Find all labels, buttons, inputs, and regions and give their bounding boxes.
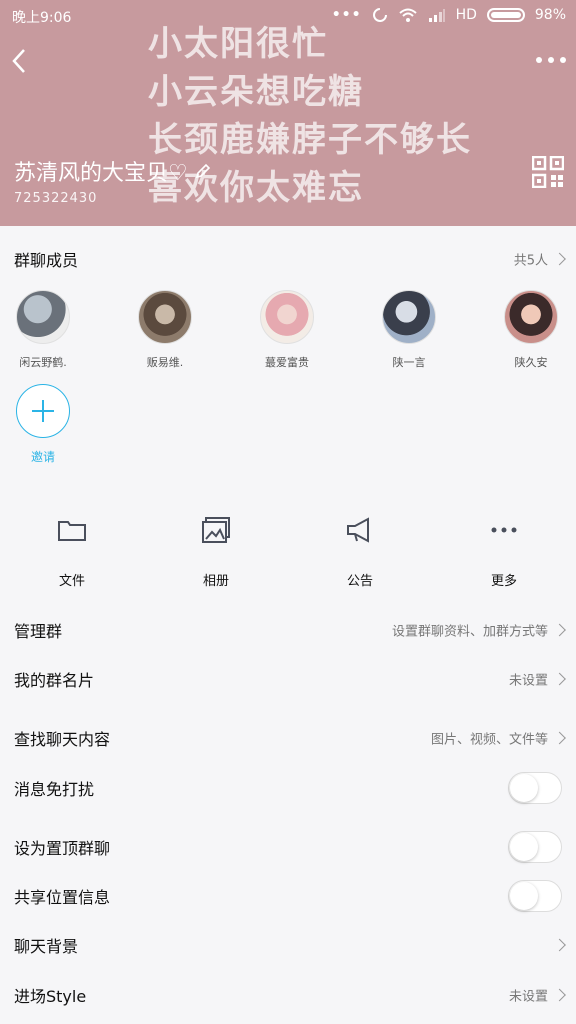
members-count: 共5人 xyxy=(513,253,548,269)
member-item[interactable]: 闲云野鹤. xyxy=(3,290,83,370)
quick-action-label: 相册 xyxy=(202,574,229,589)
avatar xyxy=(504,290,558,344)
album-icon xyxy=(202,517,230,543)
settings-row-do-not-disturb: 消息免打扰 xyxy=(0,763,576,813)
row-title: 管理群 xyxy=(14,622,63,641)
background-poem-line: 小云朵想吃糖 xyxy=(148,72,364,112)
settings-row-share-location: 共享位置信息 xyxy=(0,871,576,921)
row-title: 设为置顶群聊 xyxy=(14,839,111,858)
avatar xyxy=(260,290,314,344)
chevron-right-icon xyxy=(553,623,566,637)
settings-row-search-history[interactable]: 查找聊天内容 图片、视频、文件等 xyxy=(0,713,576,763)
settings-list: 管理群 设置群聊资料、加群方式等 我的群名片 未设置 查找聊天内容 图片、视频、… xyxy=(0,605,576,1024)
group-name[interactable]: 苏清风的大宝贝♡ xyxy=(14,155,212,187)
group-id: 725322430 xyxy=(14,191,98,206)
more-options-button[interactable] xyxy=(536,48,566,72)
row-title: 聊天背景 xyxy=(14,937,79,956)
quick-action-more[interactable]: 更多 xyxy=(454,514,554,589)
member-name: 陕久安 xyxy=(514,356,548,369)
status-time: 晚上9:06 xyxy=(12,10,72,26)
quick-action-label: 文件 xyxy=(58,574,85,589)
chevron-right-icon xyxy=(553,731,566,745)
row-title: 查找聊天内容 xyxy=(14,730,111,749)
back-button[interactable] xyxy=(6,44,36,78)
quick-action-announcement[interactable]: 公告 xyxy=(310,514,410,589)
quick-action-label: 更多 xyxy=(490,574,517,589)
row-title: 进场Style xyxy=(14,987,87,1006)
row-title: 我的群名片 xyxy=(14,671,95,690)
members-section: 群聊成员 共5人 闲云野鹤. 贩易维. 蕞爱富贵 陕一言 陕久安 邀请 xyxy=(0,226,576,490)
qr-code-icon[interactable] xyxy=(532,156,564,188)
group-name-text: 苏清风的大宝贝♡ xyxy=(14,161,188,186)
settings-row-pin-chat: 设为置顶群聊 xyxy=(0,822,576,872)
quick-action-files[interactable]: 文件 xyxy=(22,514,122,589)
settings-row-manage-group[interactable]: 管理群 设置群聊资料、加群方式等 xyxy=(0,605,576,655)
avatar xyxy=(138,290,192,344)
edit-icon[interactable] xyxy=(194,162,212,180)
folder-icon xyxy=(58,521,86,541)
row-value: 未设置 xyxy=(508,989,548,1005)
member-item[interactable]: 陕久安 xyxy=(491,290,571,370)
group-header: 晚上9:06 ••• HD 98% 小太阳很忙 小云朵想吃糖 长颈鹿嫌脖子不够长… xyxy=(0,0,576,226)
battery-icon xyxy=(486,8,525,22)
chevron-right-icon xyxy=(553,672,566,686)
members-title: 群聊成员 xyxy=(14,251,79,270)
quick-actions: 文件 相册 公告 更多 xyxy=(0,500,576,600)
background-poem-line: 小太阳很忙 xyxy=(148,24,328,64)
battery-level: 98% xyxy=(534,7,566,23)
row-title: 消息免打扰 xyxy=(14,780,95,799)
member-name: 闲云野鹤. xyxy=(19,356,67,369)
row-title: 共享位置信息 xyxy=(14,888,111,907)
avatar xyxy=(382,290,436,344)
members-header-row[interactable]: 群聊成员 共5人 xyxy=(0,234,576,284)
avatar xyxy=(16,290,70,344)
member-item[interactable]: 蕞爱富贵 xyxy=(247,290,327,370)
chevron-right-icon xyxy=(553,938,566,952)
invite-label[interactable]: 邀请 xyxy=(16,448,70,465)
row-value: 图片、视频、文件等 xyxy=(430,732,548,748)
more-dots-icon xyxy=(491,527,517,533)
settings-row-group-card[interactable]: 我的群名片 未设置 xyxy=(0,654,576,704)
chevron-right-icon xyxy=(553,988,566,1002)
member-item[interactable]: 陕一言 xyxy=(369,290,449,370)
settings-row-entrance-style[interactable]: 进场Style 未设置 xyxy=(0,970,576,1020)
quick-action-album[interactable]: 相册 xyxy=(166,514,266,589)
member-item[interactable]: 贩易维. xyxy=(125,290,205,370)
megaphone-icon xyxy=(347,517,369,543)
member-name: 陕一言 xyxy=(392,356,426,369)
chevron-right-icon xyxy=(553,252,566,266)
quick-action-label: 公告 xyxy=(346,574,373,589)
do-not-disturb-toggle[interactable] xyxy=(508,772,562,804)
row-value: 设置群聊资料、加群方式等 xyxy=(391,624,548,640)
settings-row-chat-background[interactable]: 聊天背景 xyxy=(0,920,576,970)
share-location-toggle[interactable] xyxy=(508,880,562,912)
row-value: 未设置 xyxy=(508,673,548,689)
member-name: 贩易维. xyxy=(146,356,184,369)
member-name: 蕞爱富贵 xyxy=(265,356,309,369)
invite-button[interactable] xyxy=(16,384,70,438)
pin-chat-toggle[interactable] xyxy=(508,831,562,863)
